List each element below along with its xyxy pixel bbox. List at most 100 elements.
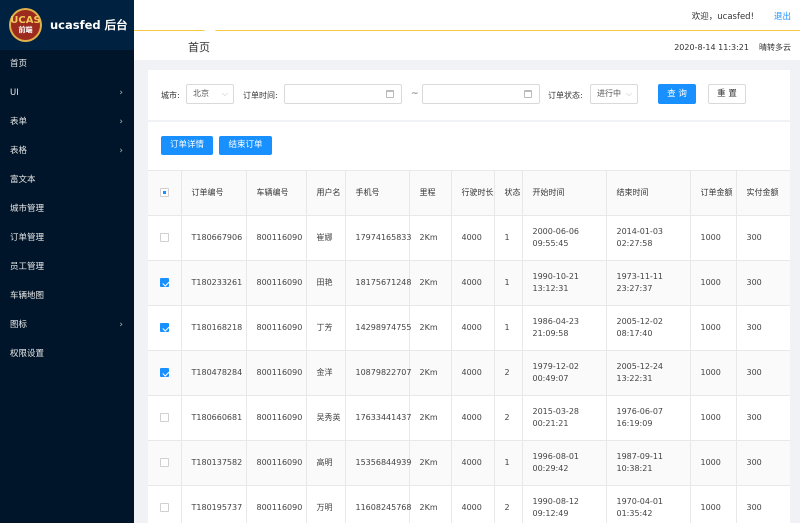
- header-select-cell: [148, 170, 182, 216]
- column-header: 实付金额: [736, 170, 790, 216]
- column-header: 行驶时长: [451, 170, 495, 216]
- cell-order-no: T180478284: [181, 350, 247, 396]
- cell-start: 1996-08-01 00:29:42: [522, 440, 607, 486]
- sidebar-item[interactable]: 员工管理: [0, 253, 134, 282]
- cell-start: 2000-06-06 09:55:45: [522, 215, 607, 261]
- row-select-cell: [148, 395, 182, 441]
- table-row[interactable]: T180478284 800116090 金洋 10879822707 2Km 4000 2…: [148, 350, 790, 396]
- chevron-right-icon: ›: [119, 146, 123, 156]
- chevron-right-icon: ›: [119, 88, 123, 98]
- row-checkbox[interactable]: [160, 503, 169, 513]
- cell-amount: 1000: [690, 305, 737, 351]
- chevron-down-icon: ⌵: [625, 89, 632, 98]
- cell-status: 2: [494, 395, 523, 441]
- row-checkbox[interactable]: [160, 458, 169, 467]
- cell-phone: 10879822707: [345, 350, 412, 396]
- table-row[interactable]: T180233261 800116090 田艳 18175671248 2Km 4000 1…: [148, 260, 790, 306]
- cell-distance: 2Km: [409, 350, 452, 396]
- logo-badge-top: UCAS: [10, 14, 41, 26]
- logo-badge-bottom: 前端: [18, 25, 33, 34]
- sidebar-item-label: 订单管理: [10, 233, 45, 243]
- sidebar-item-label: 表单: [10, 117, 28, 127]
- order-table: 订单编号 车辆编号 用户名 手机号 里程 行驶时长 状态 开始时间 结束时间 订单金额 实付金额 T…: [148, 170, 790, 523]
- cell-phone: 14298974755: [345, 305, 412, 351]
- table-row[interactable]: T180667906 800116090 崔娜 17974165833 2Km 4000 1…: [148, 215, 790, 261]
- row-checkbox[interactable]: [160, 278, 169, 287]
- query-button[interactable]: 查 询: [658, 84, 696, 104]
- cell-paid: 300: [736, 485, 790, 523]
- sidebar-item[interactable]: 首页: [0, 50, 134, 79]
- row-select-cell: [148, 305, 182, 351]
- row-checkbox[interactable]: [160, 413, 169, 422]
- chevron-right-icon: ›: [119, 320, 123, 330]
- cell-duration: 4000: [451, 215, 495, 261]
- sidebar-item[interactable]: 富文本: [0, 166, 134, 195]
- sidebar-item[interactable]: 表单 ›: [0, 108, 134, 137]
- cell-amount: 1000: [690, 215, 737, 261]
- sidebar-item-label: 权限设置: [10, 349, 45, 359]
- cell-duration: 4000: [451, 395, 495, 441]
- cell-end: 1976-06-07 16:19:09: [606, 395, 691, 441]
- cell-start: 1979-12-02 00:49:07: [522, 350, 607, 396]
- logout-link[interactable]: 退出: [774, 10, 791, 22]
- logo-area: UCAS 前端 ucasfed 后台: [0, 0, 134, 50]
- column-header: 订单编号: [181, 170, 247, 216]
- cell-car-no: 800116090: [246, 305, 307, 351]
- column-header: 手机号: [345, 170, 410, 216]
- order-status-select[interactable]: 进行中 ⌵: [590, 84, 638, 104]
- sidebar-item[interactable]: 车辆地图: [0, 282, 134, 311]
- row-select-cell: [148, 485, 182, 523]
- sidebar-item-label: UI: [10, 88, 19, 98]
- column-header: 开始时间: [522, 170, 607, 216]
- cell-order-no: T180195737: [181, 485, 247, 523]
- cell-phone: 17633441437: [345, 395, 412, 441]
- cell-paid: 300: [736, 215, 790, 261]
- column-header: 用户名: [306, 170, 346, 216]
- sidebar-item[interactable]: 权限设置: [0, 340, 134, 369]
- datetime-weather: 2020-8-14 11:3:21 晴转多云: [674, 42, 791, 53]
- city-select-value: 北京: [193, 89, 209, 98]
- end-date-input[interactable]: [422, 84, 540, 104]
- row-checkbox[interactable]: [160, 368, 169, 377]
- sidebar-item[interactable]: 图标 ›: [0, 311, 134, 340]
- cell-order-no: T180168218: [181, 305, 247, 351]
- cell-distance: 2Km: [409, 305, 452, 351]
- sidebar-item[interactable]: 订单管理: [0, 224, 134, 253]
- weather-text: 晴转多云: [759, 43, 791, 52]
- cell-car-no: 800116090: [246, 215, 307, 261]
- order-detail-button[interactable]: 订单详情: [161, 136, 213, 155]
- chevron-right-icon: ›: [119, 117, 123, 127]
- logo-badge: UCAS 前端: [9, 8, 42, 42]
- cell-amount: 1000: [690, 260, 737, 306]
- sidebar-item[interactable]: 表格 ›: [0, 137, 134, 166]
- cell-status: 1: [494, 305, 523, 351]
- cell-start: 1990-08-12 09:12:49: [522, 485, 607, 523]
- city-select[interactable]: 北京 ⌵: [186, 84, 234, 104]
- reset-button[interactable]: 重 置: [708, 84, 746, 104]
- page-title: 首页: [188, 41, 210, 54]
- row-checkbox[interactable]: [160, 323, 169, 332]
- finish-order-button[interactable]: 结束订单: [219, 136, 272, 155]
- table-row[interactable]: T180195737 800116090 万明 11608245768 2Km 4000 2…: [148, 485, 790, 523]
- sidebar-item-label: 员工管理: [10, 262, 45, 272]
- table-row[interactable]: T180168218 800116090 丁芳 14298974755 2Km 4000 1…: [148, 305, 790, 351]
- cell-start: 1990-10-21 13:12:31: [522, 260, 607, 306]
- sidebar-item[interactable]: UI ›: [0, 79, 134, 108]
- cell-user: 田艳: [306, 260, 346, 306]
- row-select-cell: [148, 215, 182, 261]
- cell-distance: 2Km: [409, 395, 452, 441]
- row-checkbox[interactable]: [160, 233, 169, 242]
- select-all-checkbox[interactable]: [160, 188, 169, 197]
- calendar-icon: [386, 90, 394, 98]
- cell-order-no: T180660681: [181, 395, 247, 441]
- table-row[interactable]: T180137582 800116090 高明 15356844939 2Km 4000 1…: [148, 440, 790, 486]
- sidebar-item-label: 首页: [10, 59, 28, 69]
- table-row[interactable]: T180660681 800116090 吴秀英 17633441437 2Km 4000…: [148, 395, 790, 441]
- cell-end: 2005-12-02 08:17:40: [606, 305, 691, 351]
- sidebar-item[interactable]: 城市管理: [0, 195, 134, 224]
- order-status-value: 进行中: [597, 89, 621, 98]
- start-date-input[interactable]: [284, 84, 402, 104]
- cell-order-no: T180233261: [181, 260, 247, 306]
- sidebar: UCAS 前端 ucasfed 后台 首页 UI › 表单 › 表格 › 富文本 城市管理 订单管…: [0, 0, 134, 523]
- row-select-cell: [148, 440, 182, 486]
